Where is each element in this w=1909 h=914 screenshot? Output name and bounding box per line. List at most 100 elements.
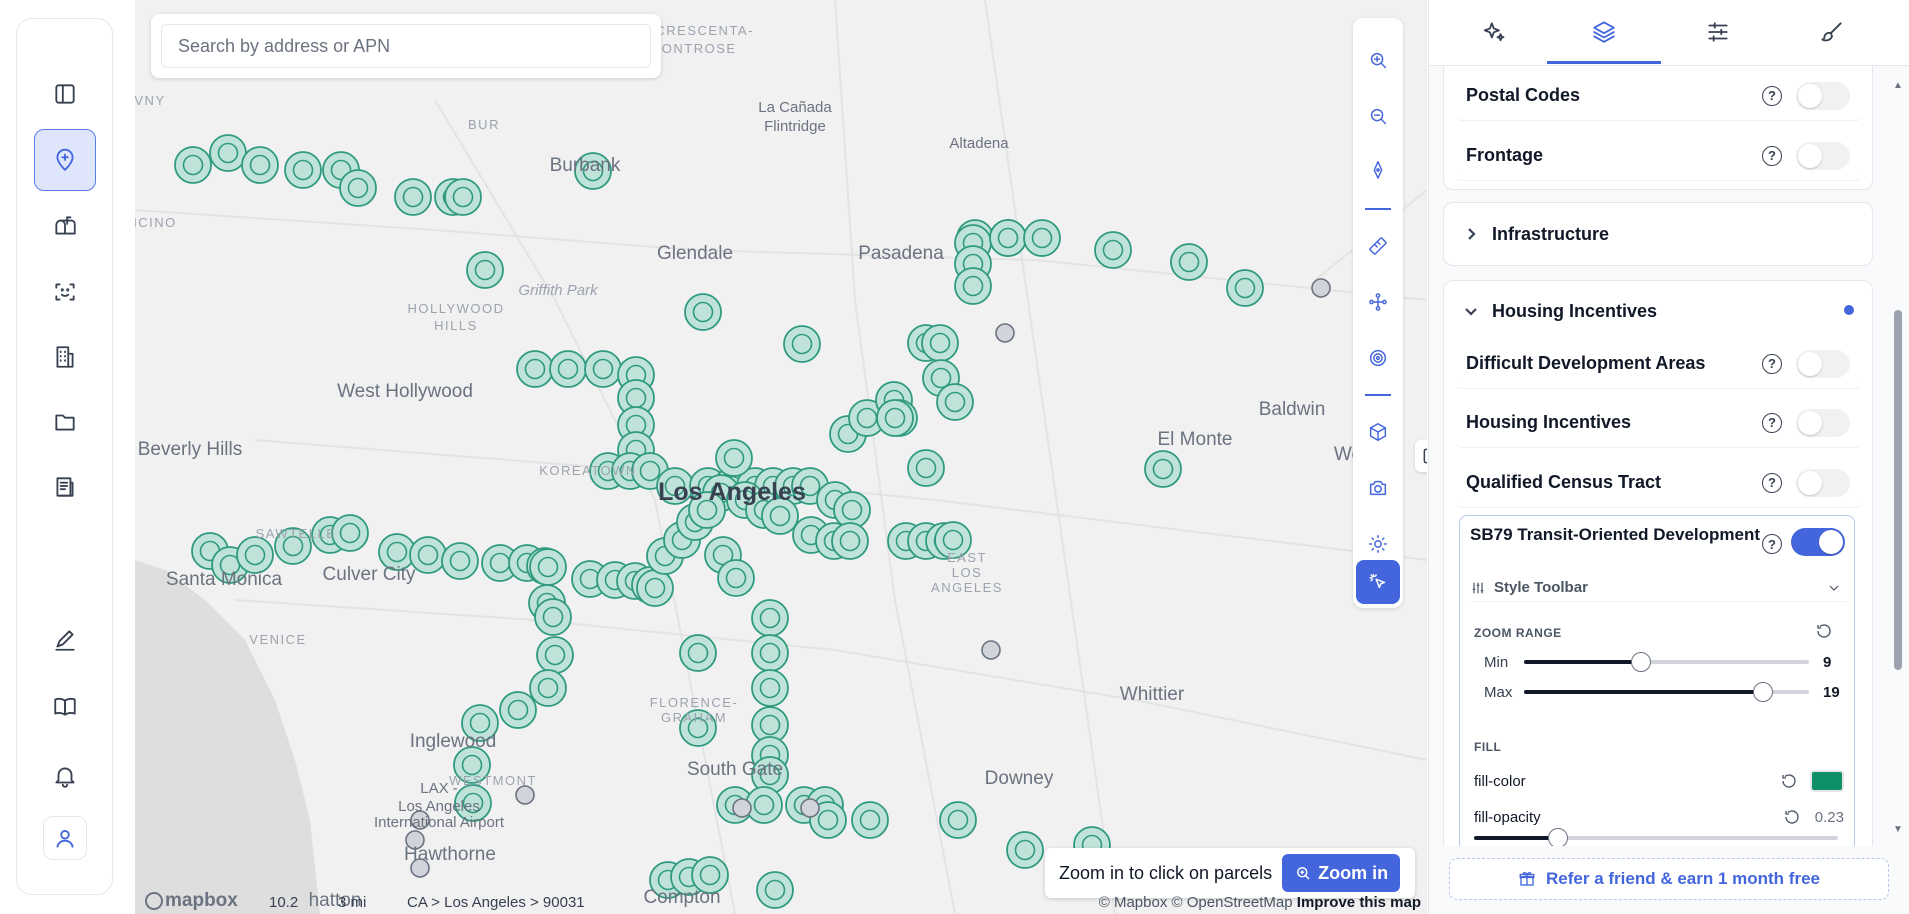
help-icon[interactable]: ? bbox=[1762, 85, 1782, 106]
tab-layers[interactable] bbox=[1547, 0, 1661, 64]
transit-stop-marker[interactable] bbox=[584, 350, 622, 388]
map-nav-button[interactable] bbox=[34, 129, 96, 191]
transit-stop-marker[interactable] bbox=[989, 219, 1027, 257]
transit-stop-marker[interactable] bbox=[751, 599, 789, 637]
toggle-difficult-development-areas[interactable] bbox=[1796, 349, 1850, 378]
transit-stop-marker[interactable] bbox=[1226, 269, 1264, 307]
sidebar-toggle-button[interactable] bbox=[34, 63, 96, 125]
housing-incentives-header[interactable]: Housing Incentives bbox=[1444, 281, 1874, 341]
target-button[interactable] bbox=[1356, 336, 1400, 380]
refer-friend-button[interactable]: Refer a friend & earn 1 month free bbox=[1449, 858, 1889, 900]
toggle-frontage[interactable] bbox=[1796, 141, 1850, 170]
map-view[interactable]: LA CRESCENTA- MONTROSE VNY BUR La Cañada Flin… bbox=[135, 0, 1427, 914]
transit-stop-marker[interactable] bbox=[331, 514, 369, 552]
help-icon[interactable]: ? bbox=[1762, 412, 1782, 433]
fill-color-swatch[interactable] bbox=[1810, 770, 1844, 792]
transit-stop-marker[interactable] bbox=[1023, 219, 1061, 257]
toggle-sb79[interactable] bbox=[1791, 528, 1845, 556]
transit-stop-marker[interactable] bbox=[534, 598, 572, 636]
layer-row-qualified-census-tract[interactable]: Qualified Census Tract ? bbox=[1456, 458, 1862, 508]
collapse-panel-button[interactable] bbox=[1415, 440, 1427, 472]
transit-stop-marker[interactable] bbox=[636, 569, 674, 607]
transit-stop-marker[interactable] bbox=[745, 786, 783, 824]
layer-row-difficult-development-areas[interactable]: Difficult Development Areas ? bbox=[1456, 339, 1862, 389]
transit-stop-marker[interactable] bbox=[236, 536, 274, 574]
compass-button[interactable] bbox=[1356, 148, 1400, 192]
transit-stop-marker[interactable] bbox=[684, 293, 722, 331]
mailbox-nav-button[interactable] bbox=[34, 195, 96, 257]
panel-scrollbar[interactable]: ▲ ▼ bbox=[1892, 80, 1903, 836]
transit-stop-marker[interactable] bbox=[751, 669, 789, 707]
account-button[interactable] bbox=[43, 816, 87, 860]
inactive-stop-marker[interactable] bbox=[1311, 278, 1331, 298]
fill-opacity-slider[interactable] bbox=[1474, 828, 1838, 846]
transit-stop-marker[interactable] bbox=[851, 801, 889, 839]
transit-stop-marker[interactable] bbox=[241, 146, 279, 184]
measure-button[interactable] bbox=[1356, 224, 1400, 268]
transit-stop-marker[interactable] bbox=[907, 449, 945, 487]
inactive-stop-marker[interactable] bbox=[800, 798, 820, 818]
slider-handle[interactable] bbox=[1753, 682, 1774, 702]
tab-filters[interactable] bbox=[1661, 0, 1775, 64]
transit-stop-marker[interactable] bbox=[715, 439, 753, 477]
transit-stop-marker[interactable] bbox=[1144, 450, 1182, 488]
toggle-qualified-census-tract[interactable] bbox=[1796, 468, 1850, 497]
transit-stop-marker[interactable] bbox=[529, 548, 567, 586]
zoom-in-cta-button[interactable]: Zoom in bbox=[1282, 854, 1401, 892]
draw-button[interactable] bbox=[1356, 280, 1400, 324]
transit-stop-marker[interactable] bbox=[1170, 243, 1208, 281]
reset-icon[interactable] bbox=[1783, 808, 1801, 826]
zoom-min-slider[interactable]: Min 9 bbox=[1484, 652, 1844, 672]
transit-stop-marker[interactable] bbox=[466, 251, 504, 289]
edit-nav-button[interactable] bbox=[34, 609, 96, 671]
zoom-in-button[interactable] bbox=[1356, 38, 1400, 82]
mapbox-logo[interactable]: mapbox bbox=[145, 890, 238, 912]
help-icon[interactable]: ? bbox=[1762, 534, 1782, 554]
reports-nav-button[interactable] bbox=[34, 456, 96, 518]
help-icon[interactable]: ? bbox=[1762, 145, 1782, 166]
folder-nav-button[interactable] bbox=[34, 391, 96, 453]
buildings-nav-button[interactable] bbox=[34, 326, 96, 388]
scroll-down-icon[interactable]: ▼ bbox=[1893, 824, 1903, 835]
inactive-stop-marker[interactable] bbox=[732, 798, 752, 818]
transit-stop-marker[interactable] bbox=[921, 324, 959, 362]
transit-stop-marker[interactable] bbox=[444, 178, 482, 216]
3d-button[interactable] bbox=[1356, 410, 1400, 454]
layer-row-postal-codes[interactable]: Postal Codes ? bbox=[1456, 71, 1862, 121]
search-input[interactable] bbox=[161, 24, 651, 68]
transit-stop-marker[interactable] bbox=[954, 267, 992, 305]
slider-handle[interactable] bbox=[1547, 828, 1568, 846]
layer-row-housing-incentives[interactable]: Housing Incentives ? bbox=[1456, 398, 1862, 448]
transit-stop-marker[interactable] bbox=[876, 399, 914, 437]
transit-stop-marker[interactable] bbox=[936, 383, 974, 421]
transit-stop-marker[interactable] bbox=[783, 325, 821, 363]
scroll-up-icon[interactable]: ▲ bbox=[1893, 80, 1903, 91]
guide-nav-button[interactable] bbox=[34, 675, 96, 737]
inactive-stop-marker[interactable] bbox=[981, 640, 1001, 660]
tab-ai[interactable] bbox=[1437, 0, 1551, 64]
section-infrastructure[interactable]: Infrastructure bbox=[1443, 202, 1873, 266]
transit-stop-marker[interactable] bbox=[751, 634, 789, 672]
transit-stop-marker[interactable] bbox=[1094, 231, 1132, 269]
transit-stop-marker[interactable] bbox=[441, 542, 479, 580]
improve-map-link[interactable]: Improve this map bbox=[1297, 894, 1421, 911]
help-icon[interactable]: ? bbox=[1762, 353, 1782, 374]
transit-stop-marker[interactable] bbox=[516, 350, 554, 388]
select-button[interactable] bbox=[1356, 560, 1400, 604]
inactive-stop-marker[interactable] bbox=[515, 785, 535, 805]
transit-stop-marker[interactable] bbox=[536, 636, 574, 674]
layer-row-frontage[interactable]: Frontage ? bbox=[1456, 131, 1862, 181]
reset-icon[interactable] bbox=[1780, 772, 1798, 790]
panel-scroll-area[interactable]: Postal Codes ? Frontage ? Infrastructure… bbox=[1429, 66, 1909, 846]
transit-stop-marker[interactable] bbox=[174, 146, 212, 184]
transit-stop-marker[interactable] bbox=[1006, 831, 1044, 869]
help-icon[interactable]: ? bbox=[1762, 472, 1782, 493]
transit-stop-marker[interactable] bbox=[717, 559, 755, 597]
notifications-nav-button[interactable] bbox=[34, 745, 96, 807]
transit-stop-marker[interactable] bbox=[831, 522, 869, 560]
transit-stop-marker[interactable] bbox=[339, 169, 377, 207]
transit-stop-marker[interactable] bbox=[549, 350, 587, 388]
transit-stop-marker[interactable] bbox=[939, 801, 977, 839]
style-toolbar-toggle[interactable]: Style Toolbar bbox=[1470, 574, 1846, 602]
transit-stop-marker[interactable] bbox=[209, 134, 247, 172]
